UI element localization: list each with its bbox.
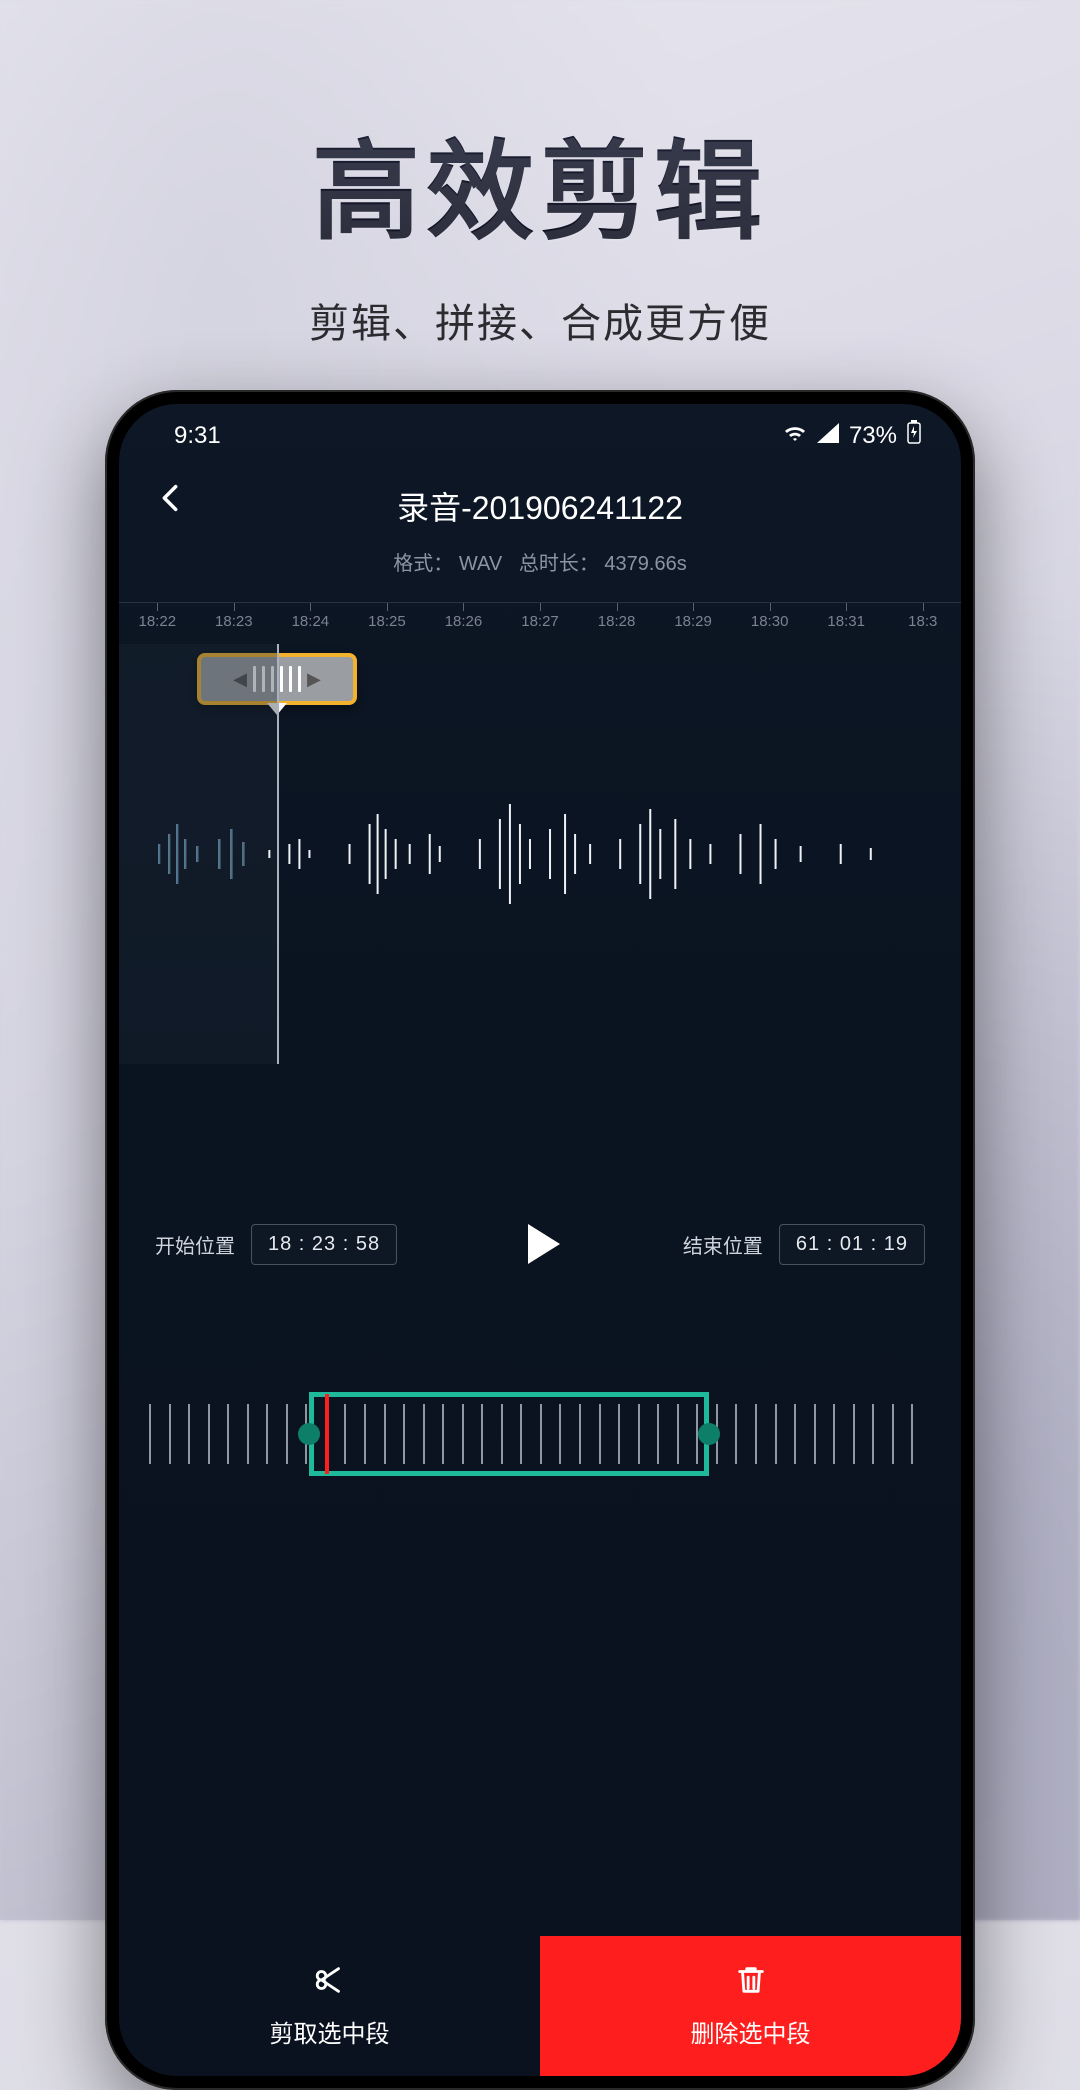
selection-cursor[interactable] <box>325 1394 329 1474</box>
cut-label: 剪取选中段 <box>270 2014 390 2049</box>
position-controls: 开始位置 18 : 23 : 58 结束位置 61 : 01 : 19 <box>119 1214 961 1274</box>
waveform-icon <box>119 784 961 924</box>
app-bar: 录音-201906241122 <box>119 459 961 529</box>
ruler-tick: 18:23 <box>215 613 253 630</box>
screen: 9:31 73% 录音-201906241122 格式： <box>119 404 961 2076</box>
waveform-area[interactable] <box>119 644 961 1064</box>
hero-title: 高效剪辑 <box>0 0 1080 261</box>
duration-label: 总时长： <box>519 553 599 575</box>
play-button[interactable] <box>510 1214 570 1274</box>
ruler-tick: 18:22 <box>139 613 177 630</box>
start-position-label: 开始位置 <box>155 1230 235 1259</box>
duration-value: 4379.66s <box>604 553 686 575</box>
end-position-label: 结束位置 <box>683 1230 763 1259</box>
battery-icon <box>907 420 921 451</box>
delete-selection-button[interactable]: 删除选中段 <box>540 1936 961 2076</box>
ruler-tick: 18:3 <box>908 613 937 630</box>
battery-percent: 73% <box>849 422 897 450</box>
end-position-input[interactable]: 61 : 01 : 19 <box>779 1224 925 1265</box>
status-time: 9:31 <box>174 422 221 450</box>
format-value: WAV <box>459 553 502 575</box>
start-position-input[interactable]: 18 : 23 : 58 <box>251 1224 397 1265</box>
ruler-tick: 18:26 <box>445 613 483 630</box>
page-title: 录音-201906241122 <box>119 483 961 529</box>
back-button[interactable] <box>153 481 187 515</box>
phone-frame: 9:31 73% 录音-201906241122 格式： <box>105 390 975 2090</box>
cut-selection-button[interactable]: 剪取选中段 <box>119 1936 540 2076</box>
trash-icon <box>734 1963 768 2004</box>
recording-info: 格式： WAV 总时长： 4379.66s <box>119 547 961 576</box>
selection-handle-right[interactable] <box>698 1423 720 1445</box>
cellular-icon <box>817 422 839 450</box>
ruler-tick: 18:25 <box>368 613 406 630</box>
format-label: 格式： <box>393 553 453 575</box>
ruler-tick: 18:29 <box>674 613 712 630</box>
time-ruler[interactable]: 18:22 18:23 18:24 18:25 18:26 18:27 18:2… <box>119 602 961 644</box>
scissors-icon <box>313 1963 347 2004</box>
ruler-tick: 18:24 <box>292 613 330 630</box>
hero-subtitle: 剪辑、拼接、合成更方便 <box>0 291 1080 349</box>
ruler-tick: 18:28 <box>598 613 636 630</box>
ruler-tick: 18:31 <box>827 613 865 630</box>
range-ticks <box>149 1404 931 1464</box>
selection-handle-left[interactable] <box>298 1423 320 1445</box>
delete-label: 删除选中段 <box>691 2014 811 2049</box>
ruler-tick: 18:30 <box>751 613 789 630</box>
bottom-action-bar: 剪取选中段 删除选中段 <box>119 1936 961 2076</box>
status-bar: 9:31 73% <box>119 404 961 459</box>
ruler-tick: 18:27 <box>521 613 559 630</box>
selection-range-track[interactable] <box>119 1374 961 1494</box>
wifi-icon <box>783 422 807 450</box>
